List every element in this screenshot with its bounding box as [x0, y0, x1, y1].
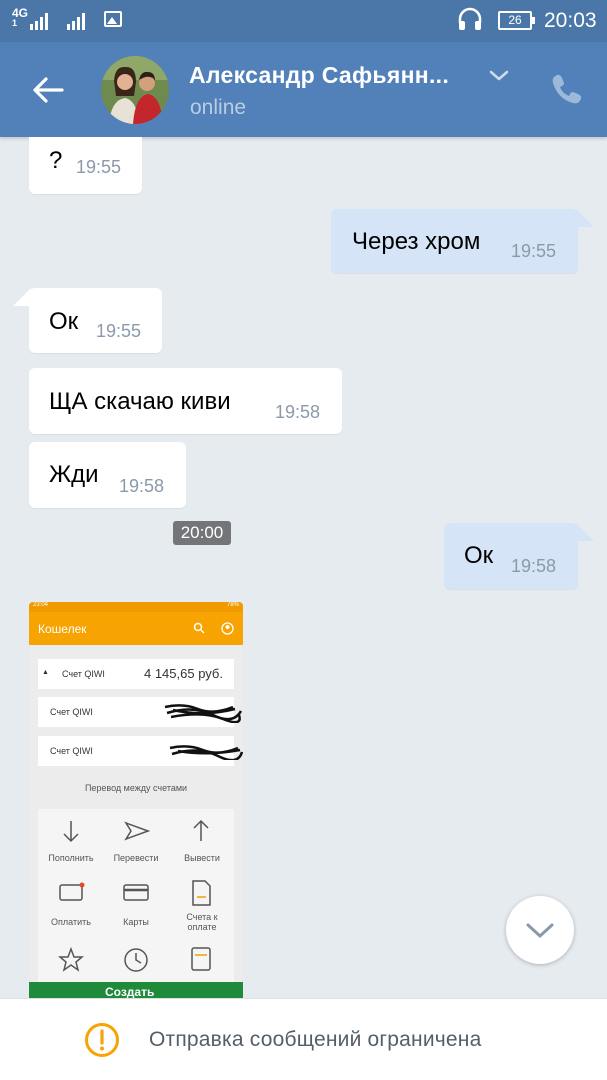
restriction-message: Отправка сообщений ограничена: [149, 1028, 482, 1051]
pay-icon: [59, 882, 85, 901]
message-outgoing[interactable]: Ок 19:58: [444, 523, 594, 589]
signal-sim1-icon: [30, 12, 48, 30]
photo-attachment[interactable]: 23:04 78% Кошелек ▲ Счет QIWI 4 145,65 р…: [29, 602, 243, 998]
battery-icon: 26: [498, 11, 535, 30]
message-text: Ок: [49, 308, 79, 335]
redaction-scribble: [169, 745, 243, 760]
create-button: Создать: [29, 982, 243, 998]
message-incoming[interactable]: Жди 19:58: [29, 442, 186, 508]
chat-header: Александр Сафьянн... online: [0, 42, 607, 137]
message-text: Ок: [464, 542, 494, 569]
qiwi-account-main: ▲ Счет QIWI 4 145,65 руб.: [38, 659, 234, 689]
message-text: ЩА скачаю киви: [49, 388, 231, 415]
scroll-down-button[interactable]: [506, 896, 574, 964]
action-cards-label: Карты: [123, 917, 149, 927]
action-pay-label: Оплатить: [51, 917, 91, 927]
action-topup-label: Пополнить: [48, 853, 94, 863]
photo-status-bar: 23:04 78%: [29, 602, 243, 612]
message-time: 19:58: [511, 556, 557, 576]
warning-icon: [85, 1023, 119, 1057]
message-list[interactable]: ? 19:55 Через хром 19:55 Ок 19:55 ЩА ска…: [0, 137, 607, 998]
action-withdraw-label: Вывести: [184, 853, 220, 863]
back-arrow-icon[interactable]: [28, 72, 68, 108]
photo-app-bar: Кошелек: [29, 612, 243, 645]
photo-time: 20:00: [173, 521, 231, 545]
message-incoming[interactable]: ? 19:55: [29, 137, 142, 194]
signal-sim2-icon: [67, 12, 85, 30]
chevron-down-icon[interactable]: [487, 68, 511, 84]
message-incoming[interactable]: ЩА скачаю киви 19:58: [29, 368, 342, 434]
qiwi-account-2: Счет QIWI: [38, 697, 243, 727]
redaction-scribble: [164, 704, 243, 723]
transfer-label: Перевод между счетами: [84, 783, 188, 793]
message-text: Через хром: [352, 228, 481, 255]
online-status: online: [190, 96, 247, 119]
profile-icon: [221, 622, 234, 635]
message-outgoing[interactable]: Через хром 19:55: [331, 209, 594, 273]
messaging-restricted-bar: Отправка сообщений ограничена: [0, 998, 607, 1080]
star-icon: [58, 947, 84, 972]
message-time: 19:58: [275, 402, 321, 422]
action-invoices-label: Счета к оплате: [186, 912, 218, 932]
action-transfer-label: Перевести: [113, 853, 159, 863]
network-type: 4G 1: [12, 6, 29, 28]
gallery-notification-icon: [104, 11, 122, 27]
search-icon: [193, 622, 205, 634]
avatar[interactable]: [101, 56, 169, 124]
chevron-down-icon: [526, 923, 554, 938]
phone-icon[interactable]: [548, 70, 586, 108]
send-icon: [124, 821, 150, 841]
topup-icon: [63, 821, 79, 843]
message-time: 19:58: [119, 476, 165, 496]
message-incoming[interactable]: Ок 19:55: [13, 288, 162, 353]
history-icon: [124, 948, 148, 972]
cards-icon: [123, 884, 149, 901]
message-time: 19:55: [96, 321, 142, 341]
invoices-icon: [192, 880, 211, 906]
message-time: 19:55: [511, 241, 557, 261]
qiwi-account-3: Счет QIWI: [38, 736, 243, 766]
message-time: 19:55: [76, 157, 122, 177]
headset-icon: [458, 7, 482, 30]
message-text: Жди: [49, 461, 99, 488]
clock: 20:03: [544, 9, 597, 32]
withdraw-icon: [193, 819, 209, 841]
contact-name[interactable]: Александр Сафьянн...: [189, 62, 449, 89]
wallet-icon: [191, 947, 211, 971]
message-text: ?: [49, 147, 63, 174]
status-bar: 4G 1 26 20:03: [0, 0, 607, 42]
